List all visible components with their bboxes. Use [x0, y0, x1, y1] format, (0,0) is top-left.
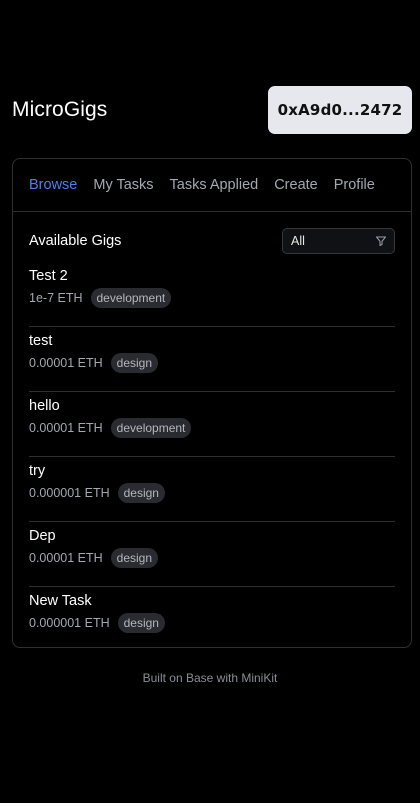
wallet-connect-button[interactable]: 0xA9d0...2472	[268, 86, 412, 134]
gig-category-badge: design	[110, 353, 159, 373]
gig-title: New Task	[29, 593, 92, 609]
gig-item[interactable]: Dep 0.00001 ETH design	[29, 522, 395, 587]
tab-tasks-applied[interactable]: Tasks Applied	[170, 177, 259, 193]
tab-my-tasks[interactable]: My Tasks	[93, 177, 153, 193]
section-title: Available Gigs	[29, 233, 122, 249]
gig-list: Test 2 1e-7 ETH development test 0.00001…	[29, 262, 395, 652]
gig-category-badge: design	[117, 483, 165, 503]
gig-title: hello	[29, 398, 60, 414]
gig-price: 1e-7 ETH	[29, 291, 83, 305]
gig-item[interactable]: try 0.000001 ETH design	[29, 457, 395, 522]
gig-price: 0.000001 ETH	[29, 616, 110, 630]
gig-meta: 0.000001 ETH design	[29, 483, 395, 503]
gig-category-badge: design	[117, 613, 165, 633]
gig-price: 0.000001 ETH	[29, 486, 110, 500]
gig-category-badge: development	[90, 288, 172, 308]
gig-price: 0.00001 ETH	[29, 551, 103, 565]
filter-selected-value: All	[291, 234, 305, 248]
app-title: MicroGigs	[12, 98, 108, 121]
gig-item[interactable]: Test 2 1e-7 ETH development	[29, 262, 395, 327]
main-card: Browse My Tasks Tasks Applied Create Pro…	[12, 158, 412, 648]
tab-profile[interactable]: Profile	[334, 177, 375, 193]
tab-create[interactable]: Create	[274, 177, 318, 193]
gigs-section-header: Available Gigs All	[29, 228, 395, 254]
gig-price: 0.00001 ETH	[29, 421, 103, 435]
gig-title: Dep	[29, 528, 56, 544]
tab-bar: Browse My Tasks Tasks Applied Create Pro…	[13, 159, 411, 212]
tab-browse[interactable]: Browse	[29, 177, 77, 193]
gig-meta: 1e-7 ETH development	[29, 288, 395, 308]
footer-text: Built on Base with MiniKit	[142, 671, 278, 685]
gig-meta: 0.00001 ETH design	[29, 548, 395, 568]
gig-item[interactable]: New Task 0.000001 ETH design	[29, 587, 395, 652]
gig-title: Test 2	[29, 268, 68, 284]
category-filter-select[interactable]: All	[282, 228, 395, 254]
gig-title: try	[29, 463, 46, 479]
gig-item[interactable]: test 0.00001 ETH design	[29, 327, 395, 392]
app-header: MicroGigs 0xA9d0...2472	[12, 86, 412, 134]
gig-category-badge: development	[110, 418, 192, 438]
gig-item[interactable]: hello 0.00001 ETH development	[29, 392, 395, 457]
gig-meta: 0.00001 ETH development	[29, 418, 395, 438]
gig-meta: 0.00001 ETH design	[29, 353, 395, 373]
filter-icon	[376, 236, 386, 246]
gig-title: test	[29, 333, 53, 349]
gig-category-badge: design	[110, 548, 159, 568]
gig-meta: 0.000001 ETH design	[29, 613, 395, 633]
gig-price: 0.00001 ETH	[29, 356, 103, 370]
